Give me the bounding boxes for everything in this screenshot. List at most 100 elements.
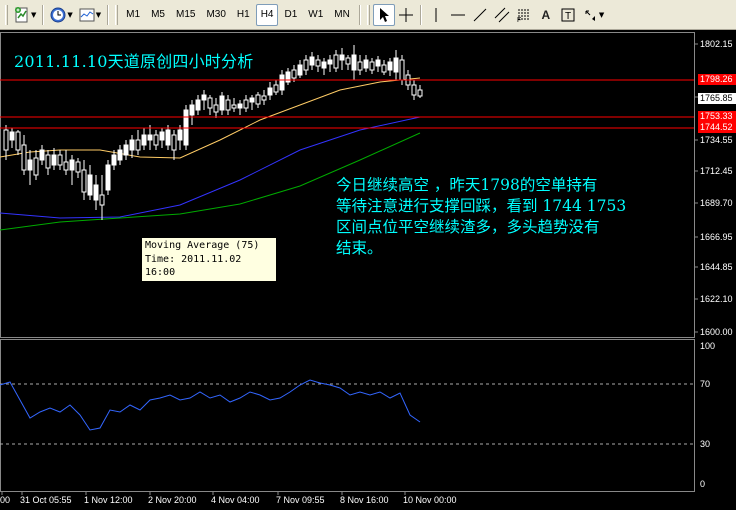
time-label: 7 Nov 09:55 xyxy=(276,495,325,505)
fibonacci-icon[interactable]: F xyxy=(513,4,535,26)
timeframe-m30-button[interactable]: M30 xyxy=(201,4,230,26)
candle-body xyxy=(33,157,39,176)
svg-text:F: F xyxy=(517,17,521,23)
chevron-down-icon[interactable]: ▼ xyxy=(67,11,72,19)
annotation-line: 等待注意进行支撑回踩，看到 1744 1753 xyxy=(336,197,627,215)
candle-body xyxy=(213,104,219,113)
candle-body xyxy=(333,54,339,69)
candle-body xyxy=(303,59,309,71)
candle-body xyxy=(105,164,111,191)
candle-body xyxy=(39,149,45,161)
candle-body xyxy=(399,59,405,81)
chevron-down-icon[interactable]: ▼ xyxy=(599,11,604,19)
candle-body xyxy=(45,154,51,169)
timeframe-h4-button[interactable]: H4 xyxy=(255,3,279,26)
annotation-line: 结束。 xyxy=(336,239,383,257)
candle-body xyxy=(255,94,261,105)
candle-body xyxy=(357,61,363,71)
candle-body xyxy=(51,154,57,166)
time-label: 31 Oct 05:55 xyxy=(20,495,72,505)
candle-body xyxy=(207,97,213,109)
time-label: 1 Nov 12:00 xyxy=(84,495,133,505)
candle-body xyxy=(171,134,177,151)
chart-area[interactable]: 1802.15 1765.85 1734.55 1712.45 1689.70 1666.… xyxy=(0,30,736,510)
crosshair-icon[interactable] xyxy=(395,4,417,26)
candle-body xyxy=(273,84,279,93)
candle-body xyxy=(189,104,195,116)
time-label: 8 Nov 16:00 xyxy=(340,495,389,505)
analysis-annotation: 今日继续高空 ，昨天1798的空单持有 等待注意进行支撑回踩，看到 1744 1… xyxy=(336,175,696,259)
chevron-down-icon[interactable]: ▼ xyxy=(96,11,101,19)
candle-body xyxy=(27,159,33,171)
timeframe-m5-button[interactable]: M5 xyxy=(146,4,170,26)
candle-body xyxy=(261,95,267,101)
candle-body xyxy=(381,64,387,73)
template-icon[interactable] xyxy=(76,4,98,26)
horizontal-lines xyxy=(0,79,694,129)
timeframe-h1-button[interactable]: H1 xyxy=(232,4,255,26)
candle-body xyxy=(243,99,249,109)
candle-body xyxy=(297,64,303,76)
horizontal-line-icon[interactable] xyxy=(447,4,469,26)
candle-body xyxy=(57,154,63,166)
toolbar-grip[interactable] xyxy=(115,4,119,25)
candle-body xyxy=(69,159,75,171)
candle-body xyxy=(177,129,183,141)
rsi-label: 30 xyxy=(700,439,710,449)
price-label: 1666.95 xyxy=(700,232,733,242)
price-axis: 1802.15 1765.85 1734.55 1712.45 1689.70 1666.… xyxy=(694,39,733,489)
toolbar-grip[interactable] xyxy=(366,4,370,25)
candle-body xyxy=(111,154,117,166)
cursor-icon[interactable] xyxy=(372,3,395,26)
candle-body xyxy=(345,57,351,65)
chart-canvas[interactable]: 1802.15 1765.85 1734.55 1712.45 1689.70 1666.… xyxy=(0,30,736,510)
chart-title: 2011.11.10天道原创四小时分析 xyxy=(14,52,254,71)
chevron-down-icon[interactable]: ▼ xyxy=(31,11,36,19)
time-label: 4 Nov 04:00 xyxy=(211,495,260,505)
rsi-line xyxy=(0,379,421,431)
candle-body xyxy=(99,194,105,206)
candle-body xyxy=(129,139,135,151)
new-chart-icon[interactable] xyxy=(11,4,33,26)
arrows-icon[interactable] xyxy=(579,4,601,26)
candle-body xyxy=(153,134,159,146)
price-tag-1744: 1744.52 xyxy=(698,122,736,133)
candle-body xyxy=(279,74,285,91)
text-label-icon[interactable]: T xyxy=(557,4,579,26)
text-icon[interactable]: A xyxy=(535,4,557,26)
candle-body xyxy=(123,144,129,156)
timeframe-d1-button[interactable]: D1 xyxy=(279,4,302,26)
candle-body xyxy=(225,99,231,111)
trendline-icon[interactable] xyxy=(469,4,491,26)
price-label: 1689.70 xyxy=(700,198,733,208)
separator xyxy=(419,4,422,25)
toolbar-grip[interactable] xyxy=(5,4,8,25)
time-label: 00 xyxy=(0,495,10,505)
rsi-panel-border xyxy=(0,339,695,492)
time-label: 10 Nov 00:00 xyxy=(403,495,457,505)
timeframe-m15-button[interactable]: M15 xyxy=(171,4,200,26)
ma-tooltip: Moving Average (75) Time: 2011.11.02 16:… xyxy=(141,237,277,292)
candle-body xyxy=(141,134,147,146)
candle-body xyxy=(363,59,369,69)
price-tag-1798: 1798.26 xyxy=(698,74,736,85)
separator xyxy=(42,4,45,25)
clock-icon[interactable] xyxy=(47,4,69,26)
rsi-label: 0 xyxy=(700,479,705,489)
timeframe-w1-button[interactable]: W1 xyxy=(303,4,328,26)
candle-body xyxy=(369,61,375,71)
price-label: 1622.10 xyxy=(700,294,733,304)
candle-body xyxy=(231,104,237,109)
timeframe-m1-button[interactable]: M1 xyxy=(121,4,145,26)
candle-body xyxy=(117,149,123,161)
price-label: 1600.00 xyxy=(700,327,733,337)
separator xyxy=(107,4,110,25)
channel-icon[interactable] xyxy=(491,4,513,26)
price-label: 1712.45 xyxy=(700,166,733,176)
rsi-label: 100 xyxy=(700,341,715,351)
timeframe-mn-button[interactable]: MN xyxy=(329,4,355,26)
candle-body xyxy=(309,56,315,66)
toolbar: ▼ ▼ ▼ M1 M5 M15 M30 H1 H4 D1 W1 MN F A T xyxy=(0,0,736,30)
vertical-line-icon[interactable] xyxy=(425,4,447,26)
candle-body xyxy=(321,61,327,69)
